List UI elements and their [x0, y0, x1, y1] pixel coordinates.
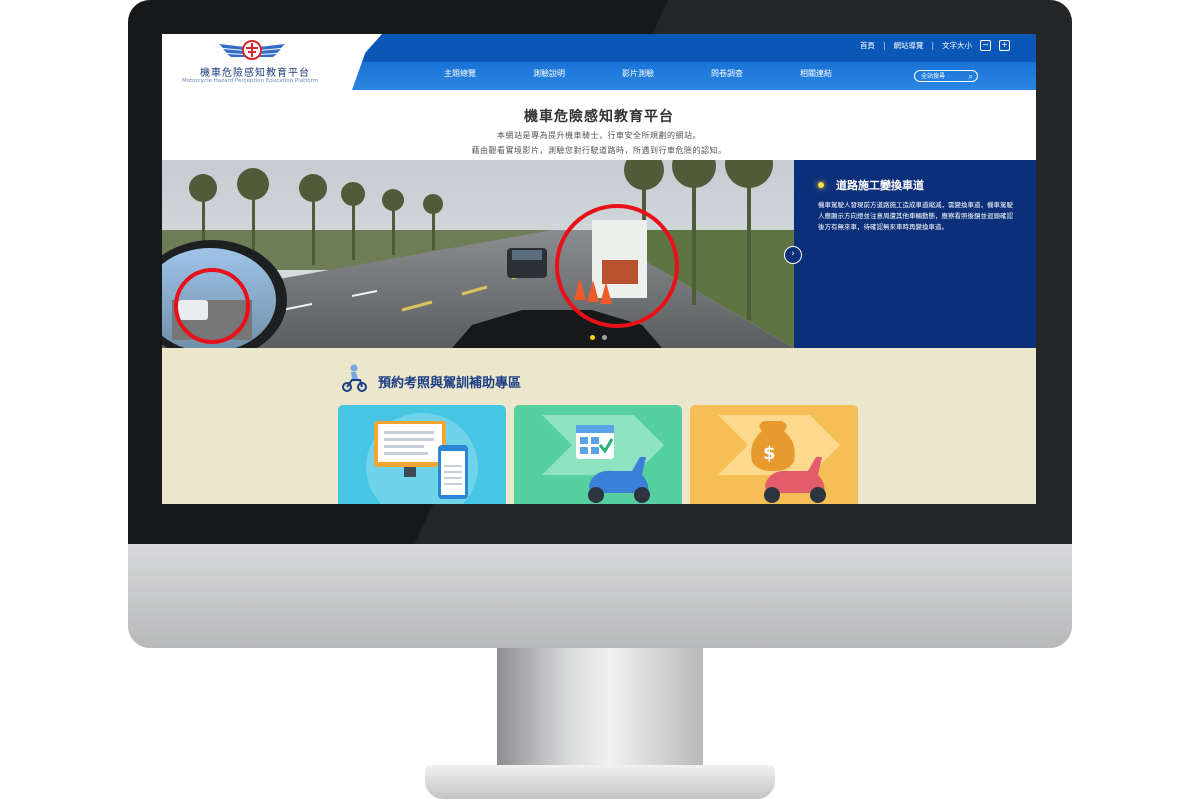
nav-item-survey[interactable]: 問卷調查 — [711, 68, 800, 79]
monitor-chin — [128, 544, 1072, 648]
slide-info-panel: 道路施工變換車道 機車駕駛人發現前方道路施工造成車道縮減，需變換車道，機車駕駛人… — [784, 160, 1036, 348]
intro-text-line-1: 本網站是專為提升機車騎士，行車安全所規劃的網站。 — [497, 131, 701, 140]
monitor-stand-foot — [425, 765, 775, 799]
logo-area[interactable]: 機車危險感知教育平台 Motorcycle Hazard Perception … — [162, 34, 372, 90]
page-title: 機車危險感知教育平台 — [524, 109, 674, 125]
site-header: 機車危險感知教育平台 Motorcycle Hazard Perception … — [162, 34, 1036, 90]
intro-section: 機車危險感知教育平台 本網站是專為提升機車騎士，行車安全所規劃的網站。 藉由觀看… — [162, 90, 1036, 160]
divider: | — [882, 41, 886, 50]
wings-logo-icon — [219, 40, 285, 60]
bullet-dot-icon — [818, 182, 824, 188]
home-link[interactable]: 首頁 — [860, 40, 875, 51]
font-size-label: 文字大小 — [942, 41, 972, 50]
decrease-font-button[interactable]: − — [980, 40, 991, 51]
svg-text:$: $ — [763, 443, 776, 464]
nav-item-topics[interactable]: 主題總覽 — [444, 68, 533, 79]
nav-item-video-test[interactable]: 影片測驗 — [622, 68, 711, 79]
hero-carousel: 道路施工變換車道 機車駕駛人發現前方道路施工造成車道縮減，需變換車道，機車駕駛人… — [162, 160, 1036, 348]
website-screen: 機車危險感知教育平台 Motorcycle Hazard Perception … — [162, 34, 1036, 504]
sitemap-link[interactable]: 網站導覽 — [893, 40, 923, 51]
search-label: 全站搜尋 — [921, 73, 946, 80]
moneybag-scooter-illustration-icon: $ — [718, 415, 840, 503]
online-booking-card[interactable] — [338, 405, 506, 504]
nav-item-test-guide[interactable]: 測驗說明 — [533, 68, 622, 79]
road-scene-image[interactable] — [162, 160, 794, 348]
motorcycle-rider-icon — [342, 364, 367, 392]
utility-links: 首頁 | 網站導覽 | 文字大小 − + — [860, 40, 1010, 51]
calendar-scooter-illustration-icon — [542, 415, 664, 503]
exam-schedule-card[interactable] — [514, 405, 682, 504]
logo-title: 機車危險感知教育平台 — [200, 68, 310, 79]
next-slide-icon[interactable]: › — [784, 246, 802, 264]
booking-section: 預約考照與駕訓補助專區 $ — [162, 348, 1036, 504]
monitor-phone-illustration-icon — [366, 413, 478, 504]
divider: | — [931, 41, 934, 50]
training-subsidy-card[interactable]: $ — [690, 405, 858, 504]
logo-subtitle: Motorcycle Hazard Perception Education P… — [182, 78, 319, 84]
booking-section-title: 預約考照與駕訓補助專區 — [378, 376, 522, 391]
site-search-button[interactable]: 全站搜尋 ⌕ — [914, 70, 978, 82]
slide-description: 機車駕駛人發現前方道路施工造成車道縮減，需變換車道，機車駕駛人應顯示方向燈並注意… — [818, 201, 1013, 231]
main-nav: 主題總覽 測驗說明 影片測驗 問卷調查 相關連結 — [444, 68, 889, 79]
carousel-dot-2[interactable] — [602, 335, 607, 340]
nav-item-links[interactable]: 相關連結 — [800, 68, 889, 79]
carousel-dots — [590, 335, 607, 340]
intro-text-line-2: 藉由觀看實境影片，測驗您對行駛道路時，所遇到行車危險的認知。 — [471, 146, 727, 155]
increase-font-button[interactable]: + — [999, 40, 1010, 51]
carousel-dot-1[interactable] — [590, 335, 595, 340]
slide-title: 道路施工變換車道 — [836, 179, 924, 192]
monitor-stand-neck — [497, 648, 703, 770]
search-icon: ⌕ — [968, 72, 973, 81]
